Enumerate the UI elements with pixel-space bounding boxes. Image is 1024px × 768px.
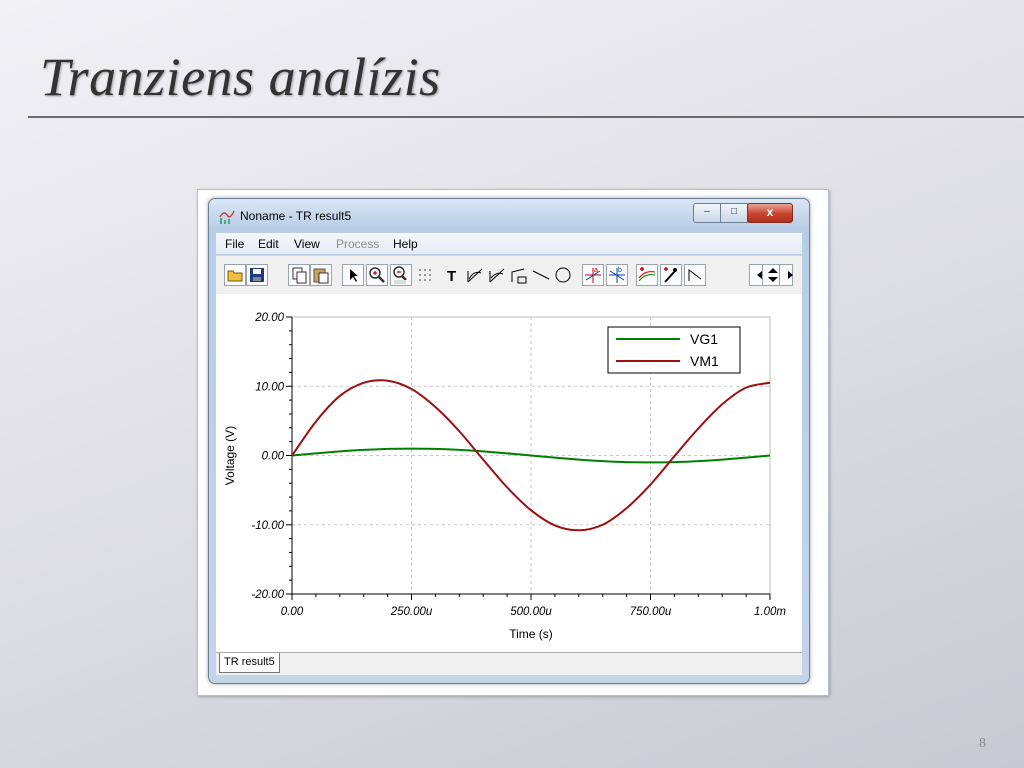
menu-process: Process: [336, 237, 380, 251]
text-icon[interactable]: T: [442, 264, 464, 286]
toolbar: T a b: [216, 255, 802, 294]
cursor-icon[interactable]: [508, 264, 530, 286]
y-tick-label: -10.00: [251, 520, 284, 532]
scroll-left-icon[interactable]: [749, 264, 763, 286]
zoom-100-icon[interactable]: [390, 264, 412, 286]
x-tick-label: 250.00u: [390, 606, 433, 618]
y-tick-label: 10.00: [255, 381, 284, 393]
cursor-a-icon[interactable]: a: [582, 264, 604, 286]
pointer-icon[interactable]: [342, 264, 364, 286]
save-icon[interactable]: [246, 264, 268, 286]
menu-bar: File Edit View Process Help: [216, 233, 802, 254]
zoom-in-icon[interactable]: [366, 264, 388, 286]
x-tick-label: 750.00u: [630, 606, 672, 618]
axis-b-icon[interactable]: [486, 264, 508, 286]
x-tick-label: 1.00m: [754, 606, 786, 618]
x-tick-label: 500.00u: [510, 606, 552, 618]
close-button[interactable]: x: [747, 203, 793, 223]
window-title: Noname - TR result5: [240, 209, 352, 223]
svg-text:b: b: [618, 267, 622, 274]
slide-title: Tranziens analízis: [40, 47, 441, 107]
app-icon: [219, 210, 235, 224]
transient-chart[interactable]: 0.00 250.00u 500.00u 750.00u 1.00m 20.00 10.00…: [216, 294, 802, 652]
title-bar[interactable]: Noname - TR result5 – □ x: [209, 199, 809, 231]
menu-edit[interactable]: Edit: [258, 237, 279, 251]
tab-tr-result5[interactable]: TR result5: [219, 653, 280, 673]
legend-label-vg1: VG1: [690, 331, 718, 347]
y-tick-label: 0.00: [262, 451, 285, 463]
scroll-right-icon[interactable]: [779, 264, 793, 286]
paste-icon[interactable]: [310, 264, 332, 286]
menu-view[interactable]: View: [294, 237, 320, 251]
open-folder-icon[interactable]: [224, 264, 246, 286]
y-tick-label: 20.00: [254, 312, 284, 324]
copy-icon[interactable]: [288, 264, 310, 286]
marker-icon[interactable]: [660, 264, 682, 286]
menu-file[interactable]: File: [225, 237, 244, 251]
svg-text:a: a: [594, 267, 598, 274]
line-icon[interactable]: [530, 264, 552, 286]
scroll-updown-icon[interactable]: [762, 264, 780, 286]
add-curve-icon[interactable]: [636, 264, 658, 286]
x-tick-label: 0.00: [281, 606, 304, 618]
page-number: 8: [979, 736, 986, 751]
plot-area: 0.00 250.00u 500.00u 750.00u 1.00m 20.00 10.00…: [216, 294, 802, 652]
svg-text:T: T: [447, 268, 456, 285]
legend-box: [607, 326, 741, 374]
circle-icon[interactable]: [552, 264, 574, 286]
corner-icon[interactable]: [684, 264, 706, 286]
menu-help[interactable]: Help: [393, 237, 418, 251]
minimize-button[interactable]: –: [693, 203, 721, 223]
y-tick-label: -20.00: [251, 589, 284, 601]
title-rule: [28, 116, 1024, 118]
maximize-button[interactable]: □: [720, 203, 748, 223]
cursor-b-icon[interactable]: b: [606, 264, 628, 286]
axis-a-icon[interactable]: [464, 264, 486, 286]
y-axis-label: Voltage (V): [223, 426, 237, 485]
app-window: Noname - TR result5 – □ x File Edit View…: [208, 198, 810, 684]
legend-label-vm1: VM1: [690, 353, 719, 369]
grid-icon[interactable]: [414, 264, 436, 286]
x-axis-label: Time (s): [509, 627, 553, 641]
tab-bar: TR result5: [216, 652, 802, 675]
